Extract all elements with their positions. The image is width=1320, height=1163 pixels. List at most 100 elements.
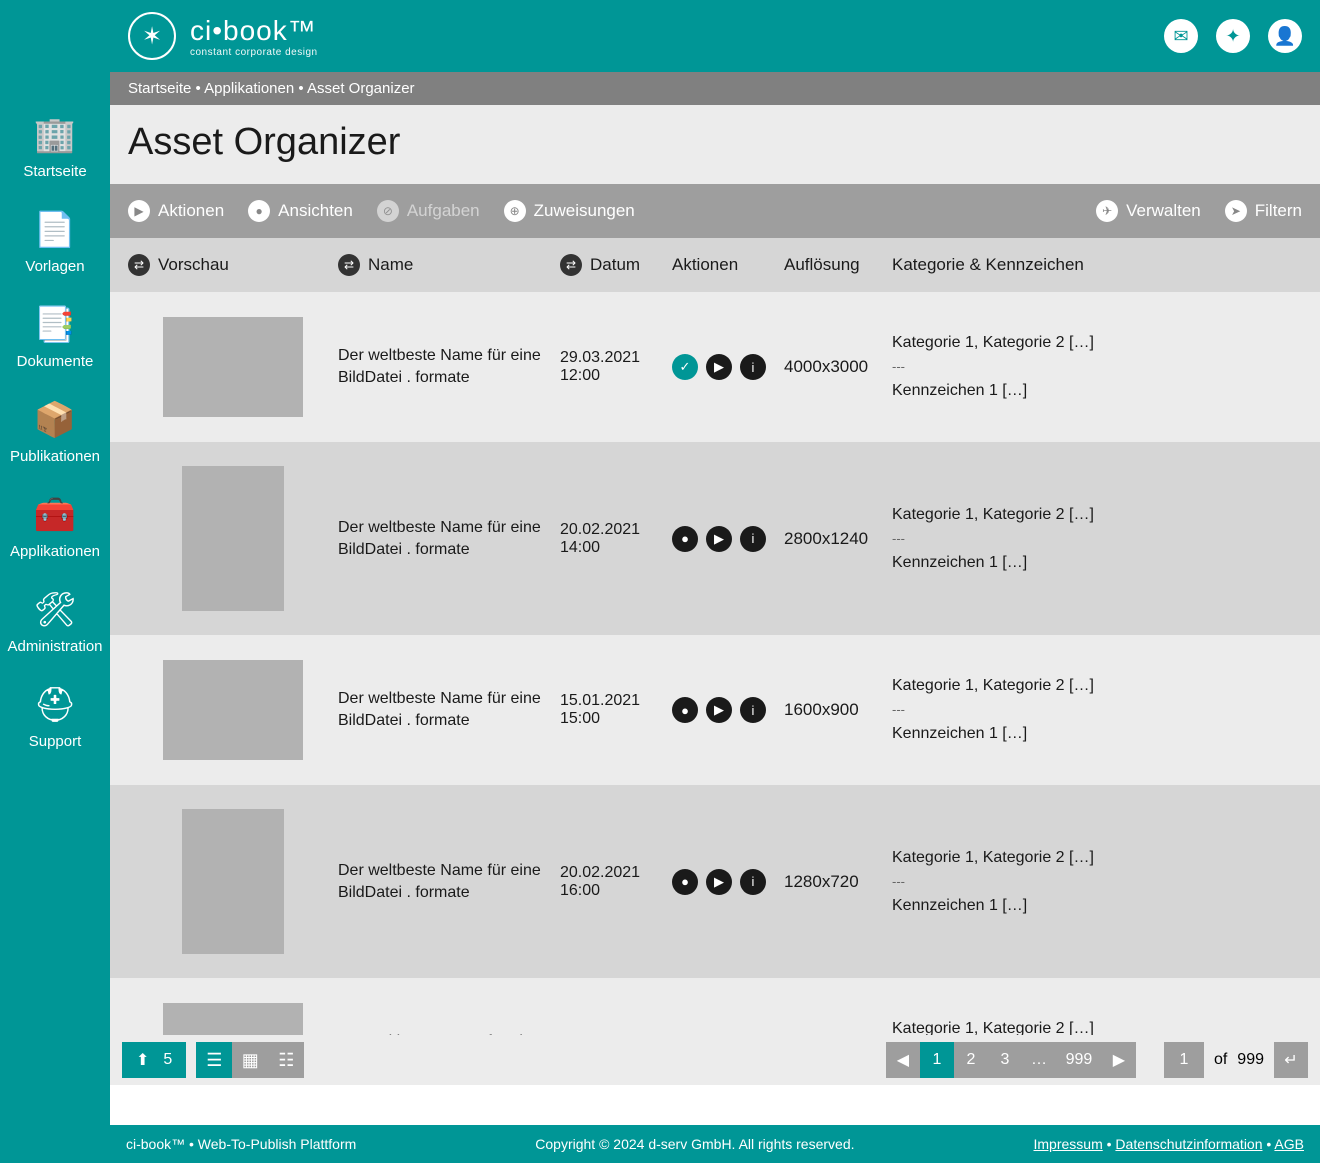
breadcrumb-item[interactable]: Asset Organizer: [307, 80, 415, 97]
toolbar-verwalten[interactable]: ✈Verwalten: [1096, 200, 1201, 222]
table-row[interactable]: Der weltbeste Name für eine BildDatei . …: [110, 292, 1320, 442]
sidebar-item-publikationen[interactable]: 📦 Publikationen: [10, 400, 100, 465]
info-icon[interactable]: i: [740, 869, 766, 895]
mail-icon[interactable]: ✉: [1164, 19, 1198, 53]
cell-category: Kategorie 1, Kategorie 2 […]---Kennzeich…: [892, 674, 1302, 746]
dot-icon[interactable]: ●: [672, 869, 698, 895]
view-compact[interactable]: ☷: [268, 1042, 304, 1078]
cell-date: 20.02.202116:00: [560, 864, 672, 900]
compass-icon[interactable]: ✦: [1216, 19, 1250, 53]
plus-icon: ⊕: [504, 200, 526, 222]
sidebar-item-dokumente[interactable]: 📑Dokumente: [17, 305, 94, 370]
sort-icon: ⇄: [560, 254, 582, 276]
sidebar-item-label: Dokumente: [17, 353, 94, 370]
sidebar-item-vorlagen[interactable]: 📄 Vorlagen: [25, 210, 84, 275]
sidebar-item-administration[interactable]: 🛠Administration: [7, 590, 102, 655]
view-list[interactable]: ☰: [196, 1042, 232, 1078]
page-go[interactable]: ↵: [1274, 1042, 1308, 1078]
sidebar-item-label: Vorlagen: [25, 258, 84, 275]
col-preview[interactable]: ⇄Vorschau: [128, 254, 338, 276]
page-2[interactable]: 2: [954, 1042, 988, 1078]
view-switcher: ☰ ▦ ☷: [196, 1042, 304, 1078]
dot-icon[interactable]: ●: [672, 526, 698, 552]
cell-date: 20.02.202114:00: [560, 521, 672, 557]
publication-icon: 📦: [34, 400, 76, 440]
sidebar-item-support[interactable]: ⛑ Support: [29, 685, 82, 750]
page-prev[interactable]: ◀: [886, 1042, 920, 1078]
cell-actions: ● ▶ i: [672, 697, 784, 723]
brand-title: ci•book™: [190, 15, 318, 47]
breadcrumb-item[interactable]: Startseite: [128, 80, 191, 97]
support-icon: ⛑: [33, 685, 76, 725]
dot-icon[interactable]: ●: [672, 697, 698, 723]
cell-category: Kategorie 1, Kategorie 2 […]---Kennzeich…: [892, 331, 1302, 403]
col-date[interactable]: ⇄Datum: [560, 254, 672, 276]
user-icon[interactable]: 👤: [1268, 19, 1302, 53]
page-last[interactable]: 999: [1056, 1042, 1102, 1078]
sidebar: 🏢Startseite 📄 Vorlagen 📑Dokumente 📦 Publik…: [0, 0, 110, 1163]
col-actions: Aktionen: [672, 255, 784, 275]
sort-icon: ⇄: [338, 254, 360, 276]
footer-left: ci-book™ • Web-To-Publish Plattform: [126, 1136, 356, 1152]
cell-name: Der weltbeste Name für eine BildDatei . …: [338, 345, 560, 388]
check-icon[interactable]: ✓: [672, 354, 698, 380]
sort-icon: ⇄: [128, 254, 150, 276]
thumbnail[interactable]: [182, 809, 284, 954]
footer-link-impressum[interactable]: Impressum: [1034, 1136, 1103, 1152]
col-resolution: Auflösung: [784, 255, 892, 275]
table-row[interactable]: Der weltbeste Name für eine BildDatei . …: [110, 978, 1320, 1035]
page-of: of: [1214, 1051, 1227, 1069]
table-row[interactable]: Der weltbeste Name für eine BildDatei . …: [110, 635, 1320, 785]
pager: ⬆5 ☰ ▦ ☷ ◀ 1 2 3 … 999 ▶ 1 of 999 ↵: [110, 1035, 1320, 1085]
selection-count[interactable]: ⬆5: [122, 1042, 186, 1078]
thumbnail[interactable]: [163, 1003, 303, 1035]
table-row[interactable]: Der weltbeste Name für eine BildDatei . …: [110, 785, 1320, 978]
dot-icon: ●: [248, 200, 270, 222]
footer-link-datenschutz[interactable]: Datenschutzinformation: [1115, 1136, 1262, 1152]
page-nav: ◀ 1 2 3 … 999 ▶: [886, 1042, 1136, 1078]
info-icon[interactable]: i: [740, 697, 766, 723]
play-icon[interactable]: ▶: [706, 354, 732, 380]
template-icon: 📄: [34, 210, 76, 250]
sidebar-item-label: Publikationen: [10, 448, 100, 465]
sidebar-item-label: Support: [29, 733, 82, 750]
play-icon[interactable]: ▶: [706, 526, 732, 552]
info-icon[interactable]: i: [740, 526, 766, 552]
info-icon[interactable]: i: [740, 354, 766, 380]
thumbnail[interactable]: [163, 660, 303, 760]
sidebar-item-startseite[interactable]: 🏢Startseite: [23, 115, 86, 180]
breadcrumb-item[interactable]: Applikationen: [204, 80, 294, 97]
cell-name: Der weltbeste Name für eine BildDatei . …: [338, 688, 560, 731]
page-current[interactable]: 1: [1164, 1042, 1204, 1078]
toolbox-icon: 🧰: [34, 495, 76, 535]
table-header: ⇄Vorschau ⇄Name ⇄Datum Aktionen Auflösun…: [110, 238, 1320, 292]
sidebar-item-label: Administration: [7, 638, 102, 655]
logo[interactable]: ✶ ci•book™ constant corporate design: [128, 12, 318, 60]
cell-date: 15.01.202115:00: [560, 692, 672, 728]
toolbar-zuweisungen[interactable]: ⊕Zuweisungen: [504, 200, 635, 222]
footer-link-agb[interactable]: AGB: [1274, 1136, 1304, 1152]
thumbnail[interactable]: [163, 317, 303, 417]
toolbar: ▶Aktionen ●Ansichten ⊘Aufgaben ⊕Zuweisun…: [110, 184, 1320, 238]
col-category: Kategorie & Kennzeichen: [892, 255, 1302, 275]
up-icon: ⬆: [136, 1050, 149, 1070]
play-icon[interactable]: ▶: [706, 697, 732, 723]
page-1[interactable]: 1: [920, 1042, 954, 1078]
thumbnail[interactable]: [182, 466, 284, 611]
toolbar-filtern[interactable]: ➤Filtern: [1225, 200, 1302, 222]
sidebar-item-applikationen[interactable]: 🧰Applikationen: [10, 495, 100, 560]
col-name[interactable]: ⇄Name: [338, 254, 560, 276]
page-ellipsis: …: [1022, 1042, 1056, 1078]
cell-resolution: 2800x1240: [784, 529, 892, 549]
play-icon[interactable]: ▶: [706, 869, 732, 895]
toolbar-aktionen[interactable]: ▶Aktionen: [128, 200, 224, 222]
page-3[interactable]: 3: [988, 1042, 1022, 1078]
toolbar-ansichten[interactable]: ●Ansichten: [248, 200, 353, 222]
page-next[interactable]: ▶: [1102, 1042, 1136, 1078]
cell-resolution: 4000x3000: [784, 357, 892, 377]
cell-category: Kategorie 1, Kategorie 2 […]---Kennzeich…: [892, 1017, 1302, 1035]
cell-actions: ● ▶ i: [672, 869, 784, 895]
view-grid[interactable]: ▦: [232, 1042, 268, 1078]
footer: ci-book™ • Web-To-Publish Plattform Copy…: [110, 1125, 1320, 1163]
table-row[interactable]: Der weltbeste Name für eine BildDatei . …: [110, 442, 1320, 635]
